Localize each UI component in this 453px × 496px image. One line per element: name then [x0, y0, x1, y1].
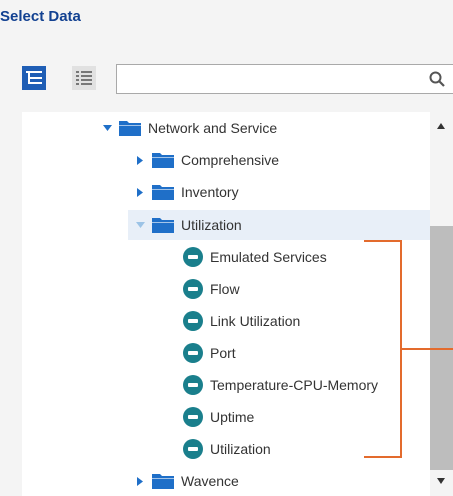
folder-icon	[152, 184, 174, 200]
scroll-down-arrow-icon[interactable]	[436, 477, 446, 485]
tree-view-button[interactable]	[22, 66, 46, 90]
report-icon	[183, 439, 203, 459]
tree-node-network-and-service[interactable]: Network and Service	[100, 116, 277, 140]
tree-leaf-label: Port	[210, 345, 236, 361]
tree-leaf-utilization[interactable]: Utilization	[183, 437, 271, 461]
report-icon	[183, 279, 203, 299]
tree-leaf-label: Emulated Services	[210, 249, 327, 265]
expand-toggle-icon[interactable]	[133, 222, 147, 228]
tree-node-label: Utilization	[181, 217, 242, 233]
tree-node-label: Comprehensive	[181, 152, 280, 168]
expand-toggle-icon[interactable]	[133, 476, 147, 486]
callout-line	[402, 348, 453, 350]
folder-icon	[152, 152, 174, 168]
report-icon	[183, 247, 203, 267]
tree-leaf-port[interactable]: Port	[183, 341, 236, 365]
folder-icon	[152, 217, 174, 233]
callout-bracket	[364, 240, 402, 458]
tree-leaf-label: Temperature-CPU-Memory	[210, 377, 379, 393]
tree-leaf-label: Uptime	[210, 409, 255, 425]
tree-node-inventory[interactable]: Inventory	[133, 180, 239, 204]
tree-view-icon	[26, 71, 42, 84]
tree-node-utilization-folder[interactable]: Utilization	[133, 213, 242, 237]
tree-leaf-label: Flow	[210, 281, 240, 297]
tree-node-label: Wavence	[181, 473, 239, 489]
tree-leaf-temperature-cpu-memory[interactable]: Temperature-CPU-Memory	[183, 373, 378, 397]
expand-toggle-icon[interactable]	[133, 187, 147, 197]
tree-node-comprehensive[interactable]: Comprehensive	[133, 148, 279, 172]
report-icon	[183, 311, 203, 331]
expand-toggle-icon[interactable]	[133, 155, 147, 165]
tree-leaf-emulated-services[interactable]: Emulated Services	[183, 245, 327, 269]
tree-node-label: Network and Service	[148, 120, 278, 136]
scroll-up-arrow-icon[interactable]	[436, 122, 446, 130]
folder-icon	[152, 473, 174, 489]
tree-node-wavence[interactable]: Wavence	[133, 469, 239, 493]
list-view-icon	[76, 71, 92, 85]
report-icon	[183, 343, 203, 363]
tree-leaf-uptime[interactable]: Uptime	[183, 405, 254, 429]
search-icon[interactable]	[429, 71, 445, 87]
search-box	[116, 64, 453, 94]
folder-icon	[119, 120, 141, 136]
search-input[interactable]	[117, 65, 417, 93]
expand-toggle-icon[interactable]	[100, 125, 114, 131]
tree-leaf-flow[interactable]: Flow	[183, 277, 240, 301]
tree-leaf-label: Utilization	[210, 441, 271, 457]
list-view-button[interactable]	[72, 66, 96, 90]
tree-leaf-link-utilization[interactable]: Link Utilization	[183, 309, 300, 333]
page-title: Select Data	[0, 8, 81, 25]
tree-node-label: Inventory	[181, 184, 239, 200]
report-icon	[183, 375, 203, 395]
tree-leaf-label: Link Utilization	[210, 313, 301, 329]
report-icon	[183, 407, 203, 427]
